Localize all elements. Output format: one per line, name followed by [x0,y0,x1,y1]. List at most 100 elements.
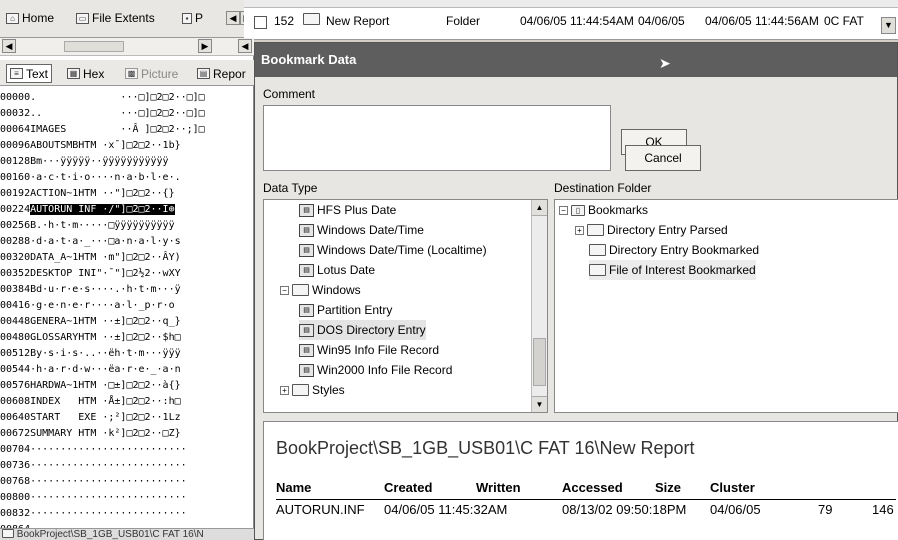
horizontal-scrollbar[interactable]: ◀ ▶ ◀ [0,38,254,56]
hex-line[interactable]: 00288·d·a·t·a·_···□a·n·a·l·y·s [0,234,254,250]
tree-node-partition-entry[interactable]: ▤ Partition Entry [299,300,392,320]
hex-line[interactable]: 00000. ···□]□2□2··□]□ [0,90,254,106]
hex-offset: 00256 [0,220,31,231]
hex-line[interactable]: 00480GLOSSARYHTM ··±]□2□2··$h□ [0,330,254,346]
hex-line[interactable]: 00448GENERA~1HTM ··±]□2□2··q_} [0,314,254,330]
item-id: 152 [274,14,295,28]
tree-node-directory-entry-bookmarked[interactable]: Directory Entry Bookmarked [589,240,759,260]
tree-node-win2000-info-file-record[interactable]: ▤ Win2000 Info File Record [299,360,452,380]
mouse-pointer-icon: ➤ [659,55,671,71]
scroll-left-arrow-icon-2[interactable]: ◀ [238,39,252,53]
hex-data: ·························· [30,460,187,471]
hex-line[interactable]: 00064IMAGES ··Â ]□2□2··;]□ [0,122,254,138]
scroll-right-arrow-icon[interactable]: ▶ [198,39,212,53]
scroll-down-arrow-icon[interactable]: ▼ [532,396,547,412]
hex-data: DATA_A~1HTM ·m"]□2□2··ÂY) [30,252,181,263]
hex-line[interactable]: 00032.. ···□]□2□2··□]□ [0,106,254,122]
scroll-left-arrow-icon[interactable]: ◀ [2,39,16,53]
tree-node-label: DOS Directory Entry [317,323,426,337]
date-type-icon: ▤ [299,263,314,277]
hex-line[interactable]: 00800·························· [0,490,254,506]
report-value-name: AUTORUN.INF [276,502,365,517]
hex-line[interactable]: 00672SUMMARY HTM ·k²]□2□2··□Z} [0,426,254,442]
scrollbar-thumb[interactable] [533,338,546,386]
tab-permissions[interactable]: ▪ P [182,8,203,28]
tree-node-label: Windows Date/Time [317,223,424,237]
hex-line[interactable]: 00640START EXE ·;²]□2□2··1Lz [0,410,254,426]
comment-label: Comment [263,87,316,101]
tab-report[interactable]: ▤ Repor [194,64,249,83]
destination-folder-tree[interactable]: − ▯ Bookmarks + Directory Entry Parsed D… [554,199,898,413]
hex-line[interactable]: 00608INDEX HTM ·Å±]□2□2··:h□ [0,394,254,410]
hex-line[interactable]: 00832·························· [0,506,254,522]
report-header-name: Name [276,480,312,495]
hex-data: B.·h·t·m·····□ÿÿÿÿÿÿÿÿÿÿ [30,220,175,231]
hex-offset: 00768 [0,476,31,487]
hex-data: ·g·e·n·e·r····a·l·_p·r·o [30,300,175,311]
report-value-cluster: 146 [872,502,894,517]
collapse-icon[interactable]: − [559,205,568,215]
folder-icon [292,384,309,396]
expand-icon[interactable]: + [575,225,584,235]
row-checkbox[interactable] [254,16,267,29]
hex-line[interactable]: 00544·h·a·r·d·w···ëa·r·e·_·a·n [0,362,254,378]
tab-text[interactable]: ≡ Text [6,64,53,83]
tree-node-windows-folder[interactable]: − Windows [280,280,361,300]
tab-home[interactable]: ⌂ Home [6,8,54,28]
hex-line[interactable]: 00512By·s·i·s·..··ëh·t·m···ÿÿÿ [0,346,254,362]
comment-input[interactable] [263,105,611,171]
hex-data: ·a·c·t·i·o····n·a·b·l·e·. [30,172,181,183]
hex-line[interactable]: 00224AUTORUN INF ·/"]□2□2··I⊕ [0,202,254,218]
item-type: Folder [446,14,481,28]
hex-line[interactable]: 00736·························· [0,458,254,474]
hex-offset: 00128 [0,156,31,167]
scrollbar-thumb[interactable] [64,41,124,52]
hex-line[interactable]: 00320DATA_A~1HTM ·m"]□2□2··ÂY) [0,250,254,266]
hex-line[interactable]: 00384Bd·u·r·e·s····.·h·t·m···ÿ [0,282,254,298]
hex-line[interactable]: 00576HARDWA~1HTM ·□±]□2□2··à{} [0,378,254,394]
hex-line[interactable]: 00128Bm···ÿÿÿÿÿ··ÿÿÿÿÿÿÿÿÿÿÿ [0,154,254,170]
report-value-written: 08/13/02 09:50:18PM [562,502,687,517]
cancel-button[interactable]: Cancel [625,145,701,171]
tree-node-lotus-date[interactable]: ▤ Lotus Date [299,260,375,280]
data-type-vertical-scrollbar[interactable]: ▲ ▼ [531,200,547,412]
hex-line[interactable]: 00160·a·c·t·i·o····n·a·b·l·e·. [0,170,254,186]
tree-node-styles-folder[interactable]: + Styles [280,380,345,400]
hex-offset: 00480 [0,332,31,343]
data-type-tree[interactable]: ▤ HFS Plus Date ▤ Windows Date/Time ▤ Wi… [263,199,548,413]
hex-line[interactable]: 00192ACTION~1HTM ··"]□2□2··{} [0,186,254,202]
chevron-down-icon[interactable]: ▼ [881,17,896,34]
hex-offset: 00224 [0,204,31,215]
tree-node-directory-entry-parsed[interactable]: + Directory Entry Parsed [575,220,728,240]
item-name: New Report [326,14,390,28]
tree-node-dos-directory-entry[interactable]: ▤ DOS Directory Entry [299,320,426,340]
scroll-up-arrow-icon[interactable]: ▲ [532,200,547,216]
hex-text-view[interactable]: 00000. ···□]□2□2··□]□ 00032.. ···□]□2□2··… [0,90,254,538]
tab-scroll-left-button[interactable]: ◀ [226,11,240,25]
hex-line[interactable]: 00416·g·e·n·e·r····a·l·_p·r·o [0,298,254,314]
hex-line[interactable]: 00704·························· [0,442,254,458]
hex-line[interactable]: 00256B.·h·t·m·····□ÿÿÿÿÿÿÿÿÿÿ [0,218,254,234]
hex-line[interactable]: 00768·························· [0,474,254,490]
tree-node-win95-info-file-record[interactable]: ▤ Win95 Info File Record [299,340,439,360]
hex-line[interactable]: 00096ABOUTSMBHTM ·x¯]□2□2··1b} [0,138,254,154]
tree-node-file-of-interest-bookmarked[interactable]: File of Interest Bookmarked [589,260,756,280]
file-table-header [244,0,898,8]
lock-icon: ▪ [182,12,192,24]
tree-node-hfs-plus-date[interactable]: ▤ HFS Plus Date [299,200,396,220]
tree-node-windows-date-time-local[interactable]: ▤ Windows Date/Time (Localtime) [299,240,487,260]
hex-line[interactable]: 00352DESKTOP INI"·¯"]□2½2··wXY [0,266,254,282]
collapse-icon[interactable]: − [280,285,289,295]
tab-picture[interactable]: ▩ Picture [122,64,181,83]
tree-node-windows-date-time[interactable]: ▤ Windows Date/Time [299,220,424,240]
hex-offset: 00576 [0,380,31,391]
hex-data: ·························· [30,444,187,455]
tab-hex[interactable]: ▦ Hex [64,64,107,83]
tree-node-bookmarks[interactable]: − ▯ Bookmarks [559,200,648,220]
date-type-icon: ▤ [299,343,314,357]
report-header-accessed: Accessed [562,480,623,495]
hex-data: .. ···□]□2□2··□]□ [30,108,205,119]
tab-file-extents[interactable]: ▭ File Extents [76,8,155,28]
hex-offset: 00672 [0,428,31,439]
expand-icon[interactable]: + [280,385,289,395]
